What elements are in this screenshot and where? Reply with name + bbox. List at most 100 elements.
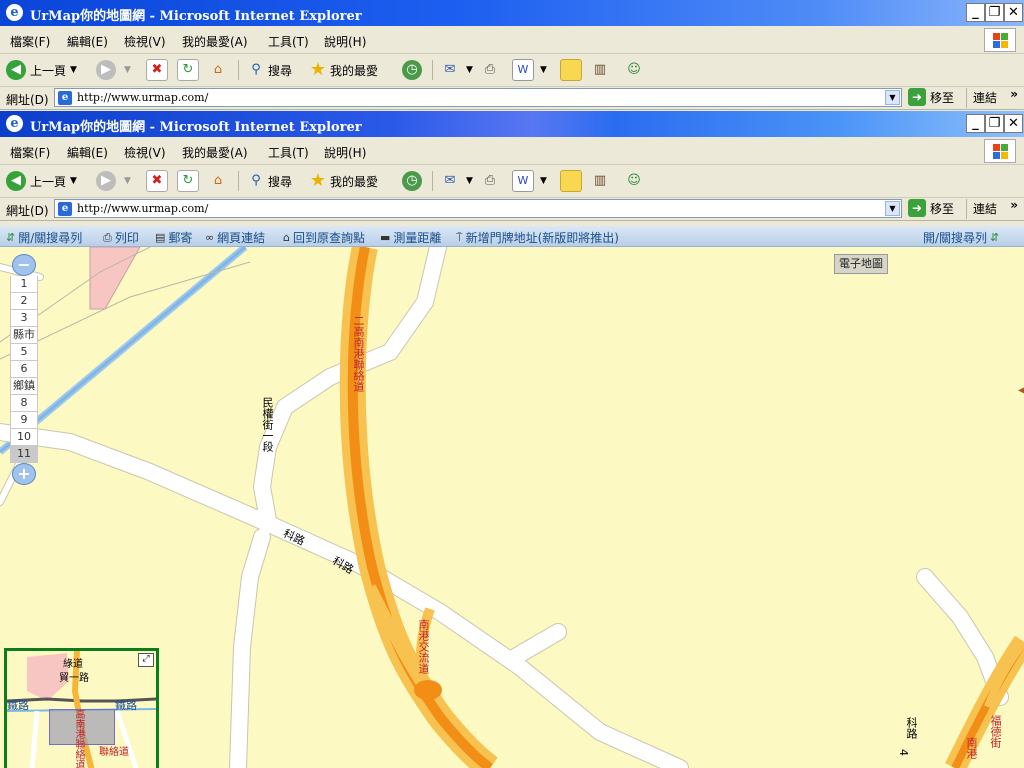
menu-view-2[interactable]: 檢視(V): [124, 144, 166, 161]
mail-icon: ✉: [444, 62, 456, 77]
zoom-level-9[interactable]: 9: [10, 412, 38, 429]
history-button-2[interactable]: ◷: [402, 170, 426, 192]
favorites-button-2[interactable]: ★ 我的最愛: [308, 170, 378, 192]
home-button[interactable]: ⌂: [208, 59, 230, 81]
restore-button-2[interactable]: ❐: [985, 114, 1004, 133]
minimize-button-2[interactable]: _: [966, 114, 985, 133]
zoom-level-6[interactable]: 6: [10, 361, 38, 378]
refresh-button[interactable]: ↻: [177, 59, 201, 81]
search-button-2[interactable]: ⚲ 搜尋: [246, 170, 292, 192]
zoom-level-4[interactable]: 縣市: [10, 327, 38, 344]
address-dropdown-2[interactable]: ▼: [885, 201, 900, 216]
expand-overview-icon[interactable]: ⤢: [138, 653, 154, 667]
back-button-2[interactable]: ◀ 上一頁 ▼: [6, 170, 77, 192]
measure-button[interactable]: ▬ 測量距離: [380, 229, 441, 246]
note-button[interactable]: [560, 59, 584, 81]
refresh-icon: ↻: [177, 59, 199, 81]
print-button-2[interactable]: ⎙: [480, 170, 502, 192]
panel-toggle-arrow-icon[interactable]: ◀: [1018, 385, 1024, 399]
edit-button-2[interactable]: W ▼: [512, 170, 547, 192]
zoom-level-7[interactable]: 鄉鎮: [10, 378, 38, 395]
print-button[interactable]: ⎙: [480, 59, 502, 81]
menu-favorites-2[interactable]: 我的最愛(A): [182, 144, 248, 161]
messenger-button-2[interactable]: ☺: [624, 170, 646, 192]
map-canvas[interactable]: 二高南港聯絡道 南港交流道 民權街一段 科路 科路 科路 福德街 南港 4 − …: [0, 247, 1024, 768]
links-button-2[interactable]: 連結: [966, 199, 997, 219]
zoom-level-1[interactable]: 1: [10, 276, 38, 293]
map-toolbar: ⇵ 開/關搜尋列 ⎙ 列印 ▤ 郵寄 ∞ 網頁連結 ⌂ 回到原查詢點 ▬ 測量距離 ⍑ 新增門…: [0, 226, 1024, 247]
go-button-2[interactable]: ➜ 移至: [908, 199, 954, 217]
zoom-level-8[interactable]: 8: [10, 395, 38, 412]
close-button-2[interactable]: ✕: [1004, 114, 1023, 133]
mail-map-button[interactable]: ▤ 郵寄: [155, 229, 192, 246]
stop-button-2[interactable]: ✖: [146, 170, 170, 192]
star-icon: ★: [309, 170, 327, 191]
home-icon: ⌂: [213, 62, 223, 77]
windows-flag-icon: [984, 139, 1016, 163]
menu-edit-2[interactable]: 編輯(E): [67, 144, 108, 161]
stop-button[interactable]: ✖: [146, 59, 170, 81]
home-button-2[interactable]: ⌂: [208, 170, 230, 192]
toggle-search-button[interactable]: ⇵ 開/關搜尋列: [6, 229, 82, 246]
zoom-level-11[interactable]: 11: [10, 446, 38, 463]
overview-map[interactable]: 綠道 貿一路 鐵路 鐵路 高南港聯絡道 聯絡道 ⤢: [4, 648, 159, 768]
print-icon: ⎙: [484, 62, 496, 77]
add-address-label: 新增門牌地址(新版即將推出): [465, 231, 619, 245]
ie-logo-icon: e: [6, 4, 23, 21]
link-button[interactable]: ∞ 網頁連結: [205, 229, 265, 246]
go-button[interactable]: ➜ 移至: [908, 88, 954, 106]
menu-help-2[interactable]: 說明(H): [324, 144, 366, 161]
menu-view[interactable]: 檢視(V): [124, 33, 166, 50]
close-button[interactable]: ✕: [1004, 3, 1023, 22]
zoom-level-2[interactable]: 2: [10, 293, 38, 310]
favorites-button[interactable]: ★ 我的最愛: [308, 59, 378, 81]
zoom-level-10[interactable]: 10: [10, 429, 38, 446]
menu-file[interactable]: 檔案(F): [10, 33, 50, 50]
home-icon: ⌂: [283, 231, 290, 244]
map-type-button[interactable]: 電子地圖: [834, 254, 888, 274]
toggle-search-button-right[interactable]: 開/關搜尋列 ⇵: [923, 229, 1002, 246]
menu-help[interactable]: 說明(H): [324, 33, 366, 50]
zoom-in-button[interactable]: +: [12, 463, 36, 485]
note-button-2[interactable]: [560, 170, 584, 192]
messenger-button[interactable]: ☺: [624, 59, 646, 81]
back-button[interactable]: ◀ 上一頁 ▼: [6, 59, 77, 81]
history-icon: ◷: [402, 60, 422, 80]
history-button[interactable]: ◷: [402, 59, 426, 81]
zoom-level-3[interactable]: 3: [10, 310, 38, 327]
links-button[interactable]: 連結: [966, 88, 997, 108]
mail-icon: ▤: [155, 231, 166, 244]
forward-button-2[interactable]: ▶ ▼: [96, 170, 131, 192]
research-button-2[interactable]: ▥: [590, 170, 612, 192]
address-dropdown[interactable]: ▼: [885, 90, 900, 105]
search-button[interactable]: ⚲ 搜尋: [246, 59, 292, 81]
address-input-2[interactable]: e http://www.urmap.com/ ▼: [54, 199, 902, 218]
right-road-label: 福德街: [989, 715, 1002, 748]
note-icon: [560, 170, 582, 192]
chevron-icon[interactable]: »: [1010, 198, 1018, 212]
menu-file-2[interactable]: 檔案(F): [10, 144, 50, 161]
add-address-button[interactable]: ⍑ 新增門牌地址(新版即將推出): [456, 229, 619, 246]
mail-button-2[interactable]: ✉ ▼: [440, 170, 473, 192]
mail-button[interactable]: ✉ ▼: [440, 59, 473, 81]
menu-tools-2[interactable]: 工具(T): [268, 144, 309, 161]
chevron-icon[interactable]: »: [1010, 87, 1018, 101]
zoom-out-button[interactable]: −: [12, 254, 36, 276]
address-input[interactable]: e http://www.urmap.com/ ▼: [54, 88, 902, 107]
menu-edit[interactable]: 編輯(E): [67, 33, 108, 50]
menu-favorites[interactable]: 我的最愛(A): [182, 33, 248, 50]
restore-button[interactable]: ❐: [985, 3, 1004, 22]
toggle-search-label-right: 開/關搜尋列: [923, 231, 988, 245]
forward-button[interactable]: ▶ ▼: [96, 59, 131, 81]
menu-tools[interactable]: 工具(T): [268, 33, 309, 50]
home-point-button[interactable]: ⌂ 回到原查詢點: [283, 229, 365, 246]
page-icon: e: [58, 202, 72, 216]
go-arrow-icon: ➜: [908, 88, 926, 106]
history-icon: ◷: [402, 171, 422, 191]
research-button[interactable]: ▥: [590, 59, 612, 81]
refresh-button-2[interactable]: ↻: [177, 170, 201, 192]
minimize-button[interactable]: _: [966, 3, 985, 22]
edit-button[interactable]: W ▼: [512, 59, 547, 81]
print-map-button[interactable]: ⎙ 列印: [103, 229, 139, 246]
zoom-level-5[interactable]: 5: [10, 344, 38, 361]
